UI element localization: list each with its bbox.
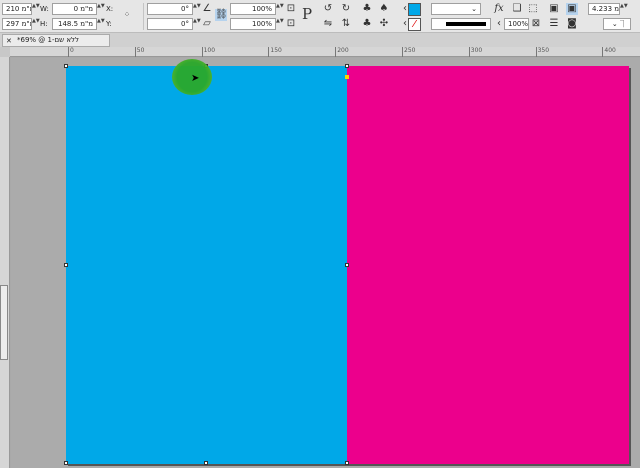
effects-icon[interactable]: fx xyxy=(493,3,505,15)
x-field[interactable]: 0 מ"מ xyxy=(52,3,97,15)
select-previous-icon[interactable]: ♣ xyxy=(361,18,373,30)
rotate-field[interactable]: 0° xyxy=(147,3,193,15)
corner-shape-dropdown[interactable]: ⌄ ⏋ xyxy=(603,18,631,30)
width-label: W: xyxy=(40,5,49,13)
flip-horizontal-icon[interactable]: ⇋ xyxy=(322,18,334,30)
ruler-label: 100 xyxy=(201,47,215,57)
selection-handle[interactable] xyxy=(204,461,208,465)
ruler-label: 0 xyxy=(68,47,74,57)
y-field[interactable]: 148.5 מ"מ xyxy=(52,18,97,30)
vertical-ruler[interactable] xyxy=(0,57,10,468)
scale-x-field[interactable]: 100% xyxy=(230,3,276,15)
shear-angle-icon: ▱ xyxy=(203,18,211,29)
select-container-icon[interactable]: ♣ xyxy=(361,3,373,15)
ruler-label: 150 xyxy=(268,47,282,57)
content-grabber[interactable] xyxy=(345,75,349,79)
paragraph-icon[interactable]: P xyxy=(301,7,313,22)
stroke-weight-spinner[interactable]: ▲▼ xyxy=(620,3,628,15)
constrain-proportions-icon[interactable]: ⛓ xyxy=(215,9,228,21)
reference-point-icon[interactable]: ⁘ xyxy=(121,9,133,21)
ruler-label: 400 xyxy=(602,47,616,57)
ruler-label: 300 xyxy=(468,47,482,57)
scale-x-spinner[interactable]: ▲▼ xyxy=(276,3,284,15)
height-field[interactable]: 297 מ"מ xyxy=(2,18,32,30)
mouse-pointer-icon: ➤ xyxy=(191,73,200,84)
rotate-angle-icon: ∠ xyxy=(202,3,212,14)
object-styles-icon[interactable]: ⬚ xyxy=(527,3,539,15)
opacity-field[interactable]: 100% xyxy=(504,18,529,30)
document-page[interactable] xyxy=(64,64,629,465)
height-spinner[interactable]: ▲▼ xyxy=(32,18,40,30)
shear-field[interactable]: 0° xyxy=(147,18,193,30)
clear-transform-icon[interactable]: ⊠ xyxy=(530,18,542,30)
stroke-weight-dropdown[interactable]: ⌄ xyxy=(431,3,481,15)
stroke-type-dropdown[interactable] xyxy=(431,18,491,30)
flip-vertical-icon[interactable]: ⇅ xyxy=(340,18,352,30)
selection-handle[interactable] xyxy=(345,64,349,68)
document-tab[interactable]: ✕ ללא שם-1 @ 69%* xyxy=(2,34,110,47)
ruler-label: 350 xyxy=(535,47,549,57)
drop-shadow-icon[interactable]: ❑ xyxy=(511,3,523,15)
ruler-label: 50 xyxy=(134,47,144,57)
selection-handle[interactable] xyxy=(64,263,68,267)
text-wrap-shape-icon[interactable]: ◙ xyxy=(566,18,578,30)
selection-handle[interactable] xyxy=(345,461,349,465)
selection-handle[interactable] xyxy=(345,263,349,267)
fill-swatch[interactable] xyxy=(408,3,421,16)
text-wrap-jump-icon[interactable]: ☰ xyxy=(548,18,560,30)
height-label: H: xyxy=(40,20,48,28)
scale-x-icon: ⊡ xyxy=(286,3,296,14)
select-content-icon[interactable]: ♠ xyxy=(378,3,390,15)
select-next-icon[interactable]: ✣ xyxy=(378,18,390,30)
document-tab-bar: ✕ ללא שם-1 @ 69%* xyxy=(0,33,640,47)
control-panel: 210 מ"מ ▲▼ W: 297 מ"מ ▲▼ H: 0 מ"מ ▲▼ X: … xyxy=(0,0,640,33)
y-spinner[interactable]: ▲▼ xyxy=(97,18,105,30)
ruler-label: 200 xyxy=(335,47,349,57)
stroke-weight-field[interactable]: 4.233 מ"מ xyxy=(588,3,620,15)
scale-y-field[interactable]: 100% xyxy=(230,18,276,30)
close-tab-icon[interactable]: ✕ xyxy=(6,36,12,47)
y-label: Y: xyxy=(106,20,112,28)
x-label: X: xyxy=(106,5,114,13)
selection-handle[interactable] xyxy=(64,461,68,465)
scale-y-spinner[interactable]: ▲▼ xyxy=(276,18,284,30)
scale-y-icon: ⊡ xyxy=(286,18,296,29)
horizontal-ruler[interactable]: 0 50 100 150 200 250 300 350 400 xyxy=(10,47,640,57)
width-spinner[interactable]: ▲▼ xyxy=(32,3,40,15)
stroke-swatch-none[interactable]: ⁄ xyxy=(408,18,421,31)
ruler-origin[interactable] xyxy=(0,47,10,57)
text-wrap-bbox-icon[interactable]: ▣ xyxy=(566,3,578,15)
x-spinner[interactable]: ▲▼ xyxy=(97,3,105,15)
text-wrap-none-icon[interactable]: ▣ xyxy=(548,3,560,15)
collapsed-side-panel[interactable] xyxy=(0,285,8,360)
pink-rectangle[interactable] xyxy=(347,66,629,464)
selection-handle[interactable] xyxy=(64,64,68,68)
rotate-ccw-icon[interactable]: ↺ xyxy=(322,3,334,15)
blue-rectangle[interactable] xyxy=(66,66,347,464)
shear-spinner[interactable]: ▲▼ xyxy=(193,18,201,30)
ruler-label: 250 xyxy=(402,47,415,57)
width-field[interactable]: 210 מ"מ xyxy=(2,3,32,15)
document-tab-title: ללא שם-1 @ 69%* xyxy=(17,36,79,44)
rotate-cw-icon[interactable]: ↻ xyxy=(340,3,352,15)
rotate-spinner[interactable]: ▲▼ xyxy=(193,3,201,15)
